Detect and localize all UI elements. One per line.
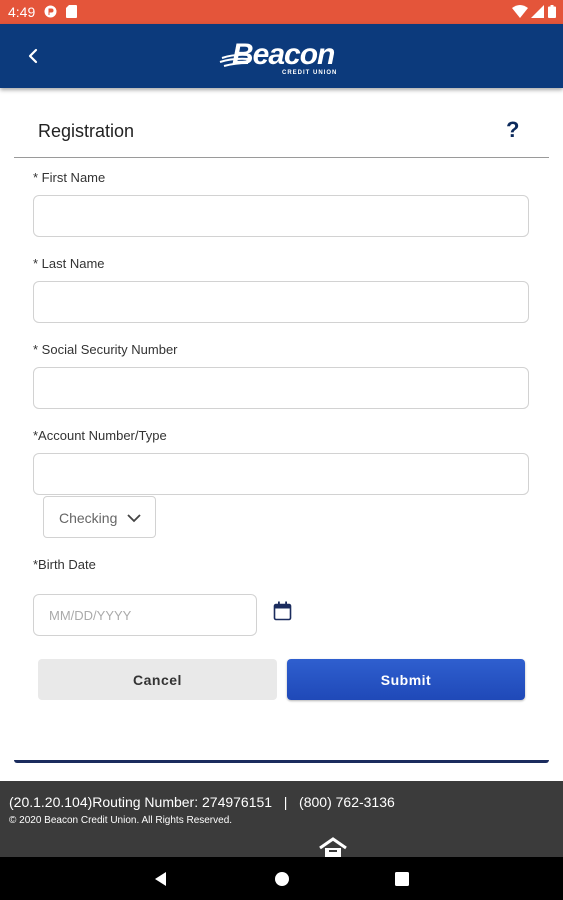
equal-housing-icon	[319, 837, 347, 857]
footer: (20.1.20.104)Routing Number: 274976151 |…	[0, 781, 563, 857]
chevron-down-icon	[127, 514, 141, 523]
card-bottom-border	[14, 760, 549, 763]
app-bar: Beacon CREDIT UNION	[0, 24, 563, 88]
nav-home-icon[interactable]	[273, 870, 291, 888]
ssn-input[interactable]	[33, 367, 529, 409]
account-type-value: Checking	[59, 510, 118, 526]
sd-card-icon	[66, 5, 77, 18]
status-bar: 4:49	[0, 0, 563, 24]
system-nav-bar	[0, 857, 563, 900]
status-time: 4:49	[8, 4, 36, 20]
footer-copyright: © 2020 Beacon Credit Union. All Rights R…	[9, 815, 233, 826]
page-title: Registration	[38, 121, 135, 141]
battery-icon	[548, 5, 556, 18]
first-name-input[interactable]	[33, 195, 529, 237]
submit-button[interactable]: Submit	[287, 659, 525, 700]
back-arrow-icon[interactable]	[22, 44, 46, 68]
account-number-input[interactable]	[33, 453, 529, 495]
logo-subtext: CREDIT UNION	[282, 70, 337, 76]
account-type-select[interactable]: Checking	[43, 496, 156, 538]
nav-recents-icon[interactable]	[393, 870, 411, 888]
help-button[interactable]: ?	[506, 117, 519, 143]
pocket-icon	[44, 5, 57, 18]
nav-back-icon[interactable]	[152, 870, 170, 888]
calendar-icon[interactable]	[273, 601, 292, 621]
title-divider	[14, 157, 549, 158]
logo-wordmark: Beacon	[232, 38, 335, 71]
last-name-label: * Last Name	[33, 256, 105, 271]
last-name-input[interactable]	[33, 281, 529, 323]
signal-icon	[531, 5, 544, 18]
birth-date-input[interactable]	[33, 594, 257, 636]
beacon-logo: Beacon CREDIT UNION	[219, 38, 337, 76]
wifi-icon	[512, 5, 528, 18]
footer-info: (20.1.20.104)Routing Number: 274976151 |…	[9, 794, 395, 810]
ssn-label: * Social Security Number	[33, 342, 178, 357]
cancel-button[interactable]: Cancel	[38, 659, 277, 700]
first-name-label: * First Name	[33, 170, 106, 185]
birth-date-label: *Birth Date	[33, 557, 96, 572]
account-number-label: *Account Number/Type	[33, 428, 167, 443]
